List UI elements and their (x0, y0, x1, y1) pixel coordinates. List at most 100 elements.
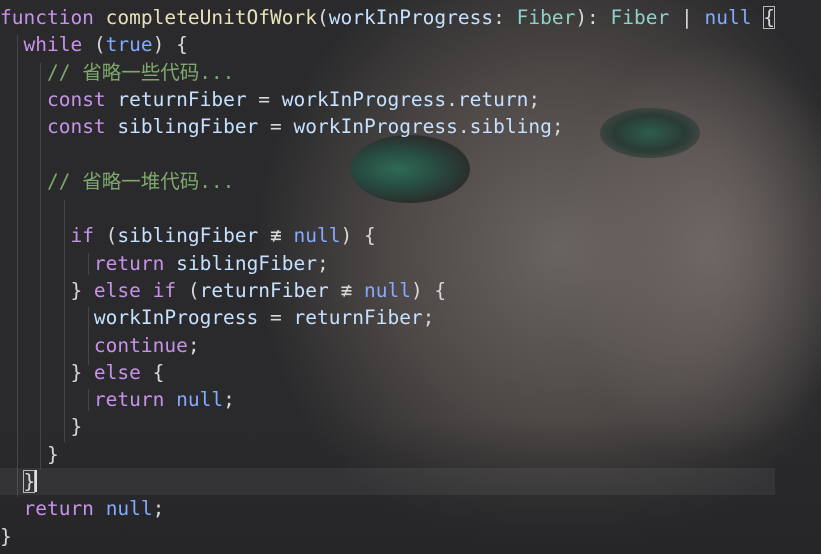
code-token: if (152, 278, 177, 302)
code-token: : (493, 6, 517, 29)
code-token: // 省略一堆代码... (46, 169, 235, 193)
code-token: } (0, 524, 12, 548)
code-token: ( (317, 6, 329, 29)
code-token: workInProgress (281, 87, 447, 111)
code-line[interactable]: return siblingFiber; (0, 250, 775, 277)
code-token: returnFiber (199, 278, 329, 302)
code-token: workInProgress (293, 115, 458, 139)
code-line[interactable]: const returnFiber = workInProgress.retur… (0, 86, 775, 113)
code-line[interactable]: const siblingFiber = workInProgress.sibl… (0, 113, 775, 140)
code-line[interactable] (0, 140, 775, 167)
code-token: siblingFiber (117, 224, 259, 248)
code-token: workInProgress (93, 306, 259, 330)
code-line[interactable]: } else { (0, 359, 775, 386)
code-token: ) { (152, 33, 188, 57)
code-token: ; (223, 388, 235, 412)
code-token: ≢ (328, 278, 364, 302)
code-token: siblingFiber (117, 115, 259, 139)
code-token: // 省略一些代码... (46, 60, 235, 84)
code-line[interactable] (0, 195, 775, 222)
code-token: null (704, 6, 752, 29)
code-token: = (258, 115, 294, 139)
code-token: returnFiber (117, 87, 247, 111)
code-token: ; (551, 115, 564, 139)
code-token: ; (187, 333, 200, 357)
code-line[interactable]: workInProgress = returnFiber; (0, 304, 775, 331)
code-token: = (246, 87, 282, 111)
code-token: return (23, 497, 94, 521)
code-token: ; (528, 87, 541, 111)
code-token: ( (82, 33, 106, 57)
code-token: null (176, 388, 224, 412)
code-token: sibling (469, 115, 552, 139)
code-token: siblingFiber (176, 251, 318, 275)
code-token: ; (317, 251, 329, 275)
code-token: null (293, 224, 341, 248)
code-line[interactable]: if (siblingFiber ≢ null) { (0, 222, 775, 249)
matched-brace: } (23, 470, 36, 494)
code-token: { (140, 360, 165, 384)
code-token: Fiber (610, 6, 670, 29)
code-token: | (669, 6, 705, 29)
matched-brace: { (763, 6, 775, 29)
code-line[interactable]: } (0, 523, 775, 550)
code-token: Fiber (516, 6, 576, 29)
code-editor[interactable]: function completeUnitOfWork(workInProgre… (0, 4, 775, 550)
code-token: } (0, 442, 59, 466)
code-line[interactable]: // 省略一堆代码... (0, 168, 775, 195)
code-token: } (0, 360, 94, 384)
code-line[interactable]: } (0, 468, 775, 496)
code-token: ; (422, 306, 435, 330)
code-token: . (457, 115, 470, 139)
code-token: ): (575, 6, 611, 29)
code-line[interactable]: // 省略一些代码... (0, 59, 775, 86)
code-line[interactable]: } (0, 413, 775, 440)
code-token: } (0, 278, 94, 302)
code-token: returnFiber (293, 306, 423, 330)
code-token: continue (93, 333, 188, 357)
code-line[interactable]: return null; (0, 495, 775, 522)
code-token: ) { (340, 224, 376, 248)
code-line[interactable]: return null; (0, 386, 775, 413)
code-token: else (93, 278, 141, 302)
code-token: ( (176, 278, 200, 302)
code-token: const (46, 87, 106, 111)
code-token: null (105, 497, 153, 521)
code-line[interactable]: continue; (0, 332, 775, 359)
code-token: else (93, 360, 141, 384)
code-token: while (23, 33, 83, 57)
code-token: ≢ (258, 224, 294, 248)
code-token: ; (152, 497, 165, 521)
code-token: null (363, 278, 411, 302)
code-token: ( (93, 224, 118, 248)
text-cursor (35, 470, 38, 493)
code-line[interactable]: } else if (returnFiber ≢ null) { (0, 277, 775, 304)
code-token: completeUnitOfWork (105, 6, 317, 29)
code-line[interactable]: while (true) { (0, 31, 775, 58)
code-token: return (93, 388, 165, 412)
code-line[interactable]: function completeUnitOfWork(workInProgre… (0, 4, 775, 31)
code-line[interactable]: } (0, 441, 775, 468)
code-token: } (0, 415, 83, 439)
code-token: true (105, 33, 153, 57)
code-token: if (70, 224, 94, 248)
code-token: = (258, 306, 294, 330)
code-token: return (93, 251, 165, 275)
